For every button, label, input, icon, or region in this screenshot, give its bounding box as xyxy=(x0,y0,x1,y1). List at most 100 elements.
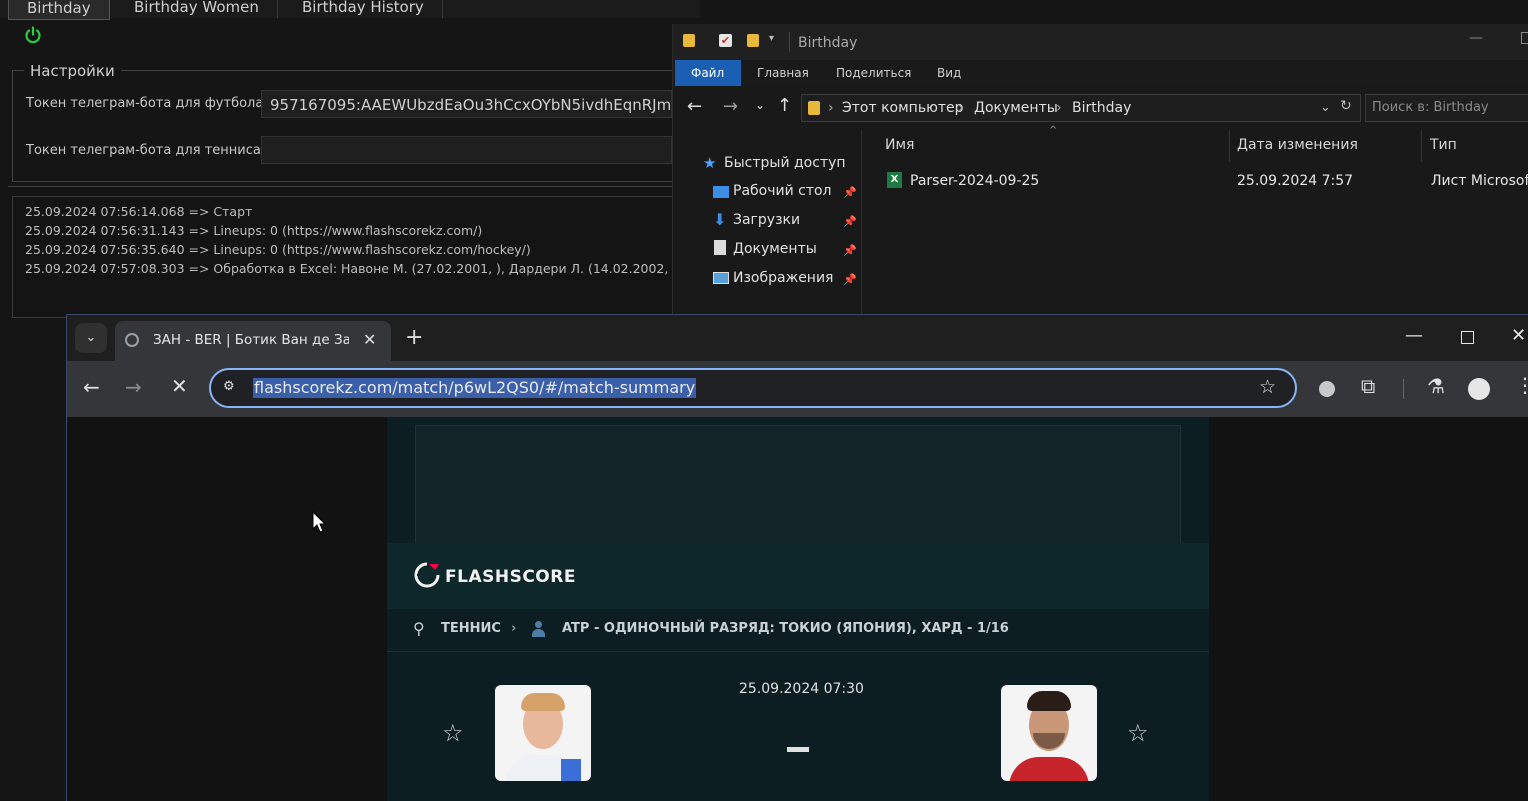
folder-icon xyxy=(683,34,695,47)
file-name[interactable]: Parser-2024-09-25 xyxy=(910,173,1039,189)
divider xyxy=(1229,130,1230,162)
match-breadcrumb: ⚲ ТЕННИС › ATP - ОДИНОЧНЫЙ РАЗРЯД: ТОКИО… xyxy=(387,609,1209,652)
explorer-search-input[interactable]: Поиск в: Birthday xyxy=(1365,94,1528,122)
breadcrumb-tournament[interactable]: ATP - ОДИНОЧНЫЙ РАЗРЯД: ТОКИО (ЯПОНИЯ), … xyxy=(562,621,1009,636)
football-token-label: Токен телеграм-бота для футбола xyxy=(26,96,264,111)
flashscore-logo-text[interactable]: FLASHSCORE xyxy=(445,567,576,587)
log-panel: 25.09.2024 07:56:14.068 => Старт 25.09.2… xyxy=(12,196,714,318)
tab-title: ЗАН - BER | Ботик Ван де Зандс xyxy=(153,332,349,348)
new-folder-icon[interactable] xyxy=(747,34,759,47)
labs-flask-icon[interactable]: ⚗ xyxy=(1427,374,1445,398)
close-window-icon[interactable]: ✕ xyxy=(1511,325,1526,346)
person-icon xyxy=(531,621,545,637)
sort-up-icon: ^ xyxy=(1049,125,1058,136)
extensions-puzzle-icon[interactable]: ⧉ xyxy=(1361,374,1375,398)
refresh-icon[interactable]: ↻ xyxy=(1340,98,1352,114)
mouse-cursor-icon xyxy=(312,511,327,533)
tab-birthday[interactable]: Birthday xyxy=(8,0,110,20)
minimize-icon[interactable]: — xyxy=(1469,30,1483,46)
chevron-down-icon[interactable]: ⌄ xyxy=(1320,100,1331,115)
file-type: Лист Microsoft xyxy=(1431,173,1528,189)
log-line: 25.09.2024 07:57:08.303 => Обработка в E… xyxy=(25,261,678,276)
breadcrumb-item[interactable]: Этот компьютер xyxy=(842,100,964,116)
extension-globe-icon[interactable] xyxy=(1319,381,1335,397)
sidebar-item-desktop[interactable]: Рабочий стол xyxy=(733,183,832,199)
explorer-navigation-bar: ← → ⌄ ↑ › Этот компьютер › Документы › B… xyxy=(673,86,1528,130)
explorer-title-bar: ✔ ▾ Birthday — xyxy=(673,24,1528,60)
tennis-racket-icon: ⚲ xyxy=(413,619,425,638)
logo-bar: FLASHSCORE xyxy=(387,543,1209,609)
back-arrow-icon[interactable]: ← xyxy=(687,96,702,117)
score-dash xyxy=(787,747,809,752)
ribbon-view-tab[interactable]: Вид xyxy=(921,60,977,86)
profile-avatar-icon[interactable] xyxy=(1468,378,1490,400)
app-tab-bar: Birthday Birthday Women Birthday History xyxy=(0,0,700,20)
breadcrumb-item[interactable]: Birthday xyxy=(1072,100,1131,116)
power-icon[interactable] xyxy=(24,26,42,44)
tab-birthday-women[interactable]: Birthday Women xyxy=(116,0,278,18)
star-icon: ★ xyxy=(703,154,717,172)
quick-access-dropdown-icon[interactable]: ▾ xyxy=(769,33,774,44)
explorer-sidebar: ★ Быстрый доступ Рабочий стол 📌 ⬇ Загруз… xyxy=(673,130,862,324)
downloads-icon: ⬇ xyxy=(713,210,727,229)
maximize-icon[interactable] xyxy=(1461,331,1474,344)
log-line: 25.09.2024 07:56:35.640 => Lineups: 0 (h… xyxy=(25,242,531,257)
sidebar-item-downloads[interactable]: Загрузки xyxy=(733,212,800,228)
site-settings-icon[interactable]: ⚙ xyxy=(223,379,235,394)
column-header-date[interactable]: Дата изменения xyxy=(1237,137,1358,153)
url-text[interactable]: flashscorekz.com/match/p6wL2QS0/#/match-… xyxy=(253,378,697,398)
back-arrow-icon[interactable]: ← xyxy=(83,375,100,399)
tennis-token-input[interactable] xyxy=(261,136,672,164)
explorer-ribbon: Файл Главная Поделиться Вид xyxy=(673,60,1528,86)
chevron-right-icon: › xyxy=(958,100,964,116)
ribbon-home-tab[interactable]: Главная xyxy=(741,60,825,86)
pictures-icon xyxy=(713,272,729,284)
browser-tab-active[interactable]: ЗАН - BER | Ботик Ван де Зандс ✕ xyxy=(115,321,391,361)
ribbon-share-tab[interactable]: Поделиться xyxy=(820,60,927,86)
tab-search-button[interactable]: ⌄ xyxy=(75,323,107,353)
stop-loading-icon[interactable]: ✕ xyxy=(171,374,188,398)
sidebar-item-pictures[interactable]: Изображения xyxy=(733,270,833,286)
documents-icon xyxy=(714,240,726,255)
pin-icon[interactable]: 📌 xyxy=(843,244,857,257)
properties-icon[interactable]: ✔ xyxy=(719,34,732,47)
pin-icon[interactable]: 📌 xyxy=(843,186,857,199)
favorite-star-icon[interactable]: ☆ xyxy=(442,719,464,747)
minimize-icon[interactable]: — xyxy=(1405,325,1423,346)
file-explorer-window: ✔ ▾ Birthday — Файл Главная Поделиться В… xyxy=(672,24,1528,324)
address-bar[interactable]: ⚙ flashscorekz.com/match/p6wL2QS0/#/matc… xyxy=(209,368,1297,408)
breadcrumb-item[interactable]: Документы xyxy=(974,100,1058,116)
flashscore-logo-icon[interactable] xyxy=(413,561,441,589)
tab-birthday-history[interactable]: Birthday History xyxy=(284,0,443,18)
column-header-name[interactable]: Имя xyxy=(885,137,914,153)
forward-arrow-icon[interactable]: → xyxy=(125,375,142,399)
close-tab-icon[interactable]: ✕ xyxy=(363,330,376,349)
up-arrow-icon[interactable]: ↑ xyxy=(777,95,792,116)
flashscore-page: FLASHSCORE ⚲ ТЕННИС › ATP - ОДИНОЧНЫЙ РА… xyxy=(387,417,1209,801)
recent-locations-icon[interactable]: ⌄ xyxy=(755,98,765,112)
tennis-token-label: Токен телеграм-бота для тенниса xyxy=(26,143,261,158)
menu-dots-icon[interactable]: ⋮ xyxy=(1515,373,1528,397)
explorer-address-bar[interactable]: › Этот компьютер › Документы › Birthday … xyxy=(801,94,1361,122)
ribbon-file-tab[interactable]: Файл xyxy=(675,60,741,86)
maximize-icon[interactable] xyxy=(1521,32,1528,44)
chevron-right-icon: › xyxy=(828,100,834,116)
divider xyxy=(1421,130,1422,162)
breadcrumb-sport[interactable]: ТЕННИС xyxy=(441,621,501,636)
player-away-avatar[interactable] xyxy=(1001,685,1097,781)
excel-file-icon: X xyxy=(887,172,902,188)
forward-arrow-icon[interactable]: → xyxy=(723,96,738,117)
sidebar-item-quick-access[interactable]: Быстрый доступ xyxy=(724,155,846,171)
sidebar-item-documents[interactable]: Документы xyxy=(733,241,817,257)
ad-banner xyxy=(415,425,1181,545)
browser-toolbar: ← → ✕ ⚙ flashscorekz.com/match/p6wL2QS0/… xyxy=(67,361,1528,417)
favorite-star-icon[interactable]: ☆ xyxy=(1127,719,1149,747)
player-home-avatar[interactable] xyxy=(495,685,591,781)
pin-icon[interactable]: 📌 xyxy=(843,273,857,286)
football-token-input[interactable]: 957167095:AAEWUbzdEaOu3hCcxOYbN5ivdhEqnR… xyxy=(261,90,672,118)
bookmark-star-icon[interactable]: ☆ xyxy=(1259,376,1276,398)
new-tab-icon[interactable]: + xyxy=(405,325,423,350)
browser-window: ⌄ ЗАН - BER | Ботик Ван де Зандс ✕ + — ✕… xyxy=(66,314,1528,801)
column-header-type[interactable]: Тип xyxy=(1430,137,1457,153)
pin-icon[interactable]: 📌 xyxy=(843,215,857,228)
